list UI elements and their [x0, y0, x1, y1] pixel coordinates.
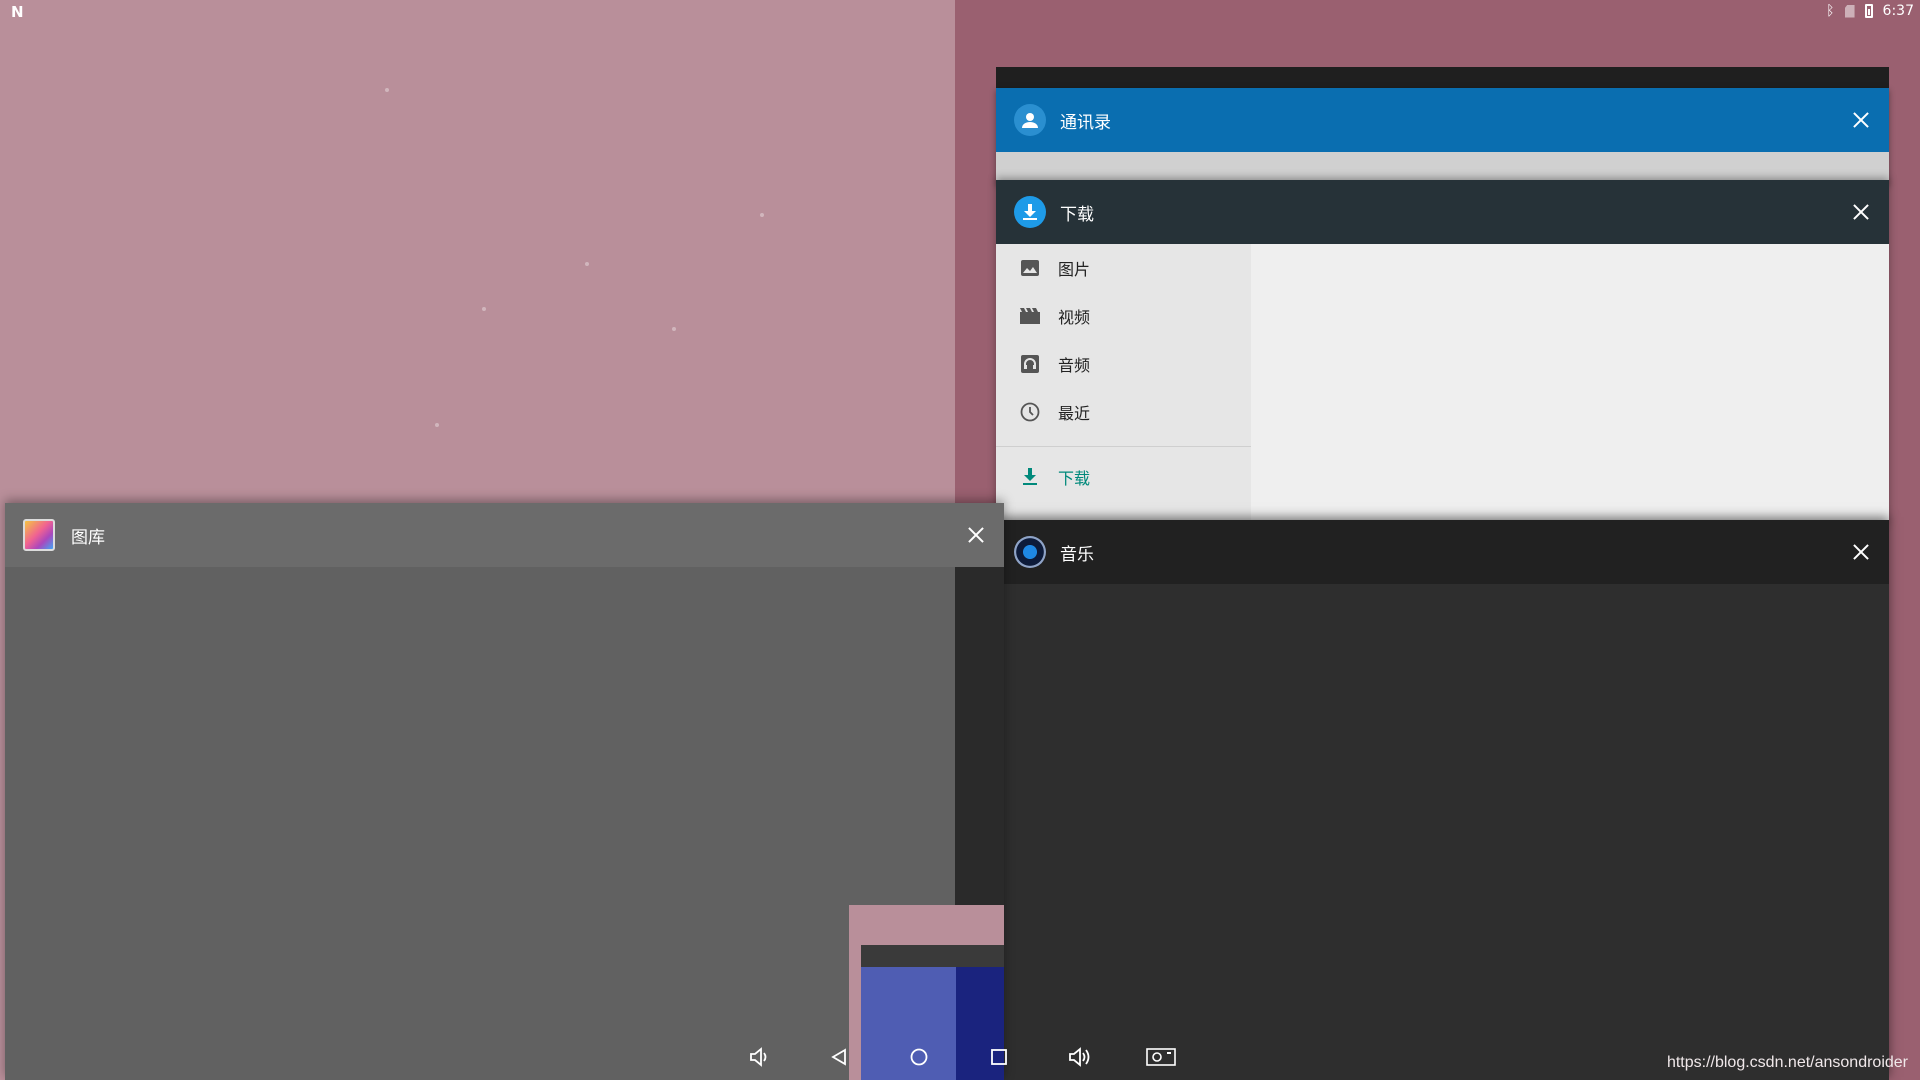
card-title: 音乐 [1060, 544, 1094, 565]
battery-icon [1864, 4, 1873, 18]
sidebar-item-recent[interactable]: 最近 [996, 388, 1251, 436]
wallpaper-speck [385, 88, 389, 92]
sidebar-item-videos[interactable]: 视频 [996, 292, 1251, 340]
image-icon [1020, 258, 1040, 278]
sim-icon [1844, 4, 1855, 18]
wallpaper-speck [760, 213, 764, 217]
volume-down-icon[interactable] [744, 1042, 774, 1072]
sidebar-item-audio[interactable]: 音频 [996, 340, 1251, 388]
watermark-url: https://blog.csdn.net/ansondroider [1666, 1054, 1908, 1071]
wallpaper-speck [672, 327, 676, 331]
gallery-app-icon [23, 519, 55, 551]
sidebar-item-downloads[interactable]: 下载 [996, 453, 1251, 501]
audio-icon [1020, 354, 1040, 374]
wallpaper-speck [435, 423, 439, 427]
downloads-sidebar: 图片 视频 音频 最近 下载 [996, 244, 1251, 525]
sidebar-item-label: 图片 [1058, 260, 1091, 279]
status-bar: N ᛒ 6:37 [0, 0, 1920, 24]
clock-icon [1020, 402, 1040, 422]
music-app-icon [1014, 536, 1046, 568]
wallpaper-speck [585, 262, 589, 266]
close-icon[interactable] [1851, 110, 1871, 130]
home-icon[interactable] [904, 1042, 934, 1072]
navigation-bar: https://blog.csdn.net/ansondroider [0, 1032, 1920, 1080]
sidebar-item-label: 音频 [1058, 356, 1091, 375]
downloads-app-icon [1014, 196, 1046, 228]
card-header[interactable]: 下载 [996, 180, 1889, 244]
recent-card-music[interactable]: 音乐 [996, 520, 1889, 1080]
recents-icon[interactable] [984, 1042, 1014, 1072]
video-icon [1020, 306, 1040, 326]
sidebar-item-images[interactable]: 图片 [996, 244, 1251, 292]
close-icon[interactable] [966, 525, 986, 545]
card-header[interactable]: 音乐 [996, 520, 1889, 584]
close-icon[interactable] [1851, 202, 1871, 222]
wallpaper-speck [482, 307, 486, 311]
card-title: 下载 [1060, 204, 1094, 225]
sidebar-item-label: 下载 [1058, 469, 1091, 488]
bluetooth-icon: ᛒ [1826, 3, 1835, 19]
close-icon[interactable] [1851, 542, 1871, 562]
card-title: 图库 [71, 527, 105, 548]
recent-card-downloads[interactable]: 下载 图片 视频 音频 最近 下载 [996, 180, 1889, 525]
sidebar-item-label: 视频 [1058, 308, 1091, 327]
card-header[interactable]: 图库 [5, 503, 1004, 567]
contacts-app-icon [1014, 104, 1046, 136]
notification-n-icon: N [11, 3, 24, 21]
recent-card-contacts[interactable]: 通讯录 [996, 88, 1889, 184]
preview-header [861, 945, 1004, 967]
card-header[interactable]: 通讯录 [996, 88, 1889, 152]
clock-time: 6:37 [1882, 3, 1914, 19]
sidebar-divider [996, 446, 1251, 447]
sidebar-item-label: 最近 [1058, 404, 1091, 423]
back-icon[interactable] [824, 1042, 854, 1072]
download-icon [1020, 467, 1040, 487]
screenshot-icon[interactable] [1144, 1042, 1178, 1072]
card-title: 通讯录 [1060, 112, 1111, 133]
volume-up-icon[interactable] [1064, 1042, 1094, 1072]
